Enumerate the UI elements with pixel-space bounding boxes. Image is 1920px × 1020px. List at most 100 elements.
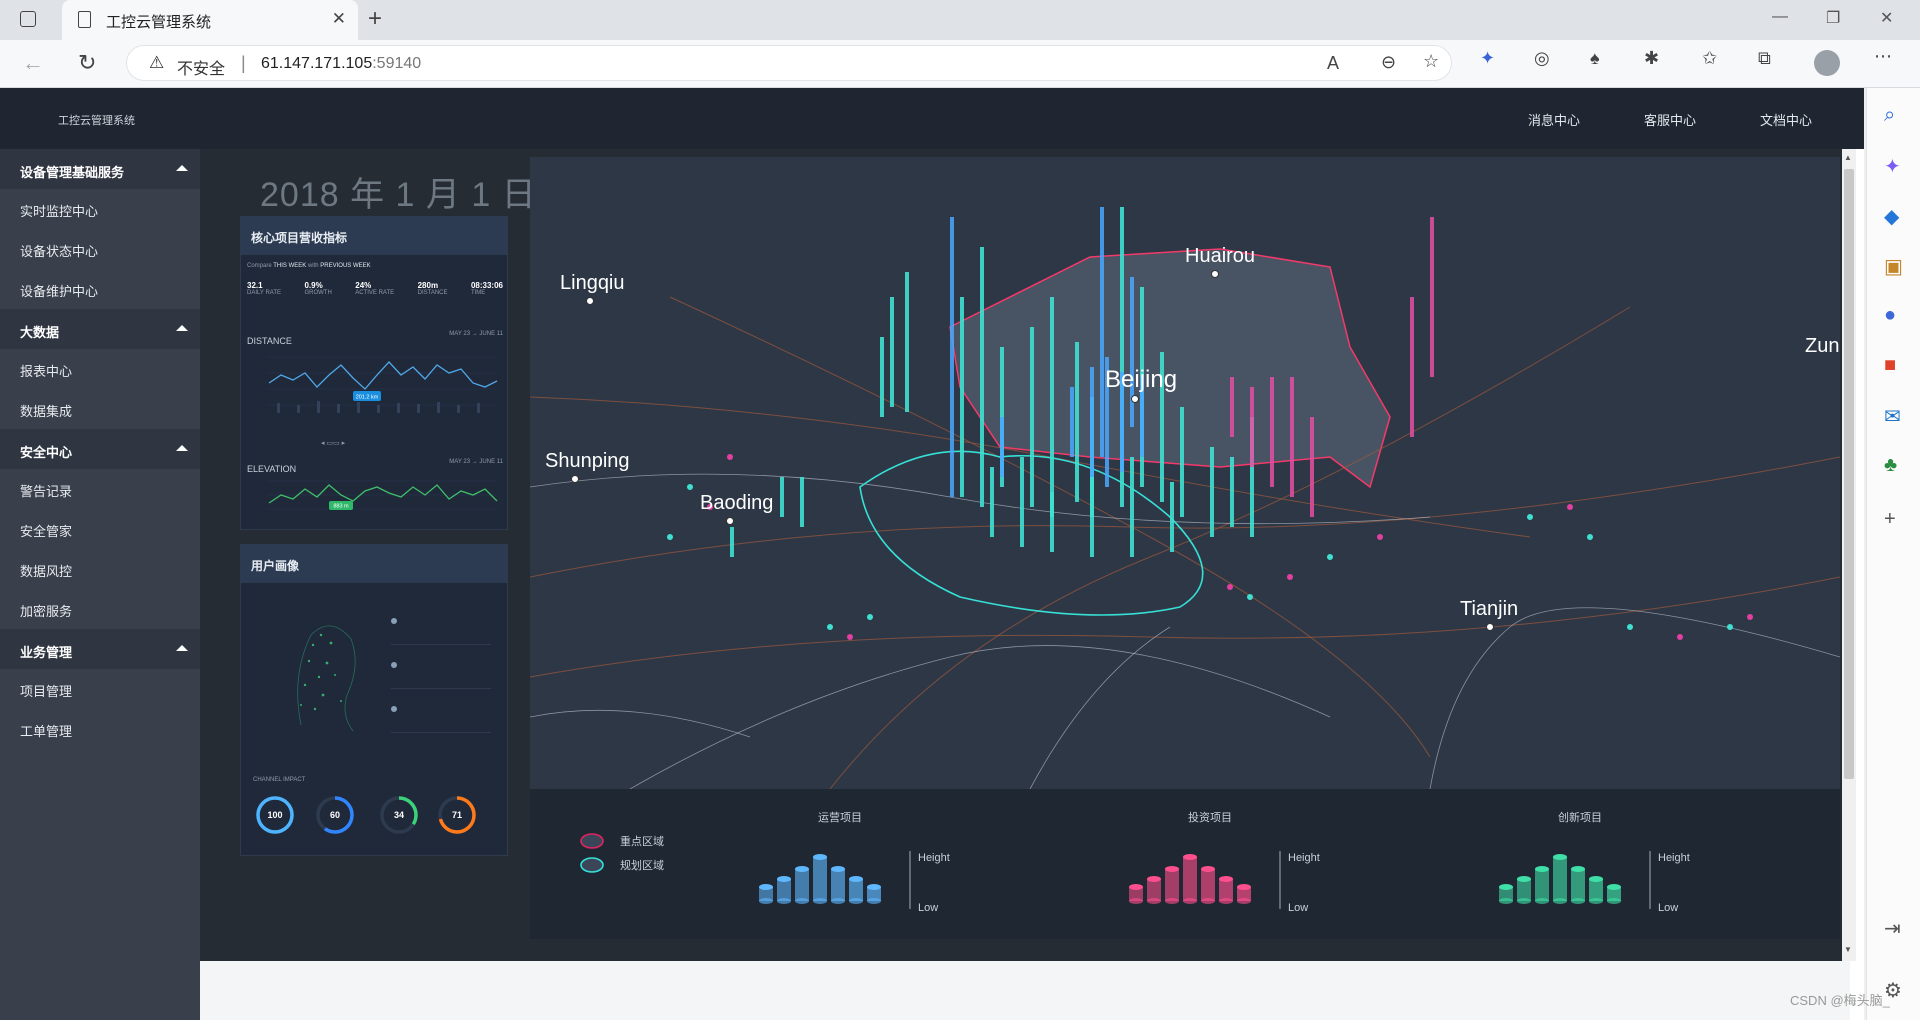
channel-label: CHANNEL IMPACT — [253, 777, 306, 783]
legend-label: 规划区域 — [620, 858, 664, 872]
add-icon[interactable]: + — [1884, 508, 1896, 531]
collapse-icon[interactable] — [176, 445, 188, 451]
url-separator: | — [241, 53, 246, 73]
shopping-icon[interactable]: ◆ — [1884, 204, 1899, 229]
user-portrait-panel: 用户画像 CHANNEL IMPACT 100 60 34 71 — [240, 544, 508, 856]
tree-icon[interactable]: ♣ — [1884, 454, 1897, 477]
back-icon[interactable]: ← — [22, 50, 44, 76]
kpi-stat: 08:33:06 TIME — [470, 281, 503, 296]
elevation-badge: 883 m — [333, 504, 349, 510]
kpi-stat: 280m DISTANCE — [417, 281, 448, 296]
gauge-value: 100 — [267, 810, 282, 820]
minimize-icon[interactable]: — — [1772, 8, 1788, 26]
sidebar-group-business[interactable]: 业务管理 — [0, 629, 200, 669]
nav-service-center[interactable]: 客服中心 — [1644, 110, 1696, 129]
gauge-value: 71 — [452, 810, 462, 820]
gauges: 100 60 34 71 — [256, 796, 476, 834]
copilot-icon[interactable]: ✦ — [1884, 154, 1901, 179]
brand-title: 工控云管理系统 — [58, 115, 135, 127]
distance-pager[interactable]: ◂ ▭▭ ▸ — [321, 439, 345, 447]
tracking-icon[interactable]: ◎ — [1534, 48, 1550, 69]
sidebar-item-alerts[interactable]: 警告记录 — [0, 469, 200, 509]
city-label: Zun — [1805, 335, 1839, 357]
legend-cylinder — [1219, 879, 1233, 901]
legend-canvas: 重点区域规划区域 运营项目 Height Low 投资项目 Height Low 创新项目 He… — [580, 810, 1690, 914]
extensions-icon[interactable]: ✱ — [1644, 48, 1659, 69]
sidebar-item-integration[interactable]: 数据集成 — [0, 389, 200, 429]
scrollbar[interactable]: ▲ ▼ — [1842, 149, 1856, 961]
url-text[interactable]: 61.147.171.105:59140 — [261, 55, 421, 73]
sidebar-group-security[interactable]: 安全中心 — [0, 429, 200, 469]
top-navbar: 工控云管理系统 消息中心 客服中心 文档中心 — [0, 88, 1864, 149]
scroll-up-icon[interactable]: ▲ — [1844, 153, 1852, 162]
legend-cylinder — [831, 869, 845, 901]
map-canvas[interactable]: Lingqiu Huairou Beijing Shunping Baoding Tian… — [530, 157, 1840, 789]
new-tab-icon[interactable]: + — [368, 5, 382, 33]
sidebar-item-risk[interactable]: 数据风控 — [0, 549, 200, 589]
collapse-icon[interactable] — [176, 645, 188, 651]
close-window-icon[interactable]: ✕ — [1880, 8, 1893, 28]
outlook-icon[interactable]: ✉ — [1884, 404, 1901, 429]
warning-icon[interactable]: ⚠ — [149, 53, 164, 73]
tools-icon[interactable]: ▣ — [1884, 254, 1903, 279]
sidebar-group-bigdata[interactable]: 大数据 — [0, 309, 200, 349]
legend-cylinder — [1517, 879, 1531, 901]
sidebar-group-device[interactable]: 设备管理基础服务 — [0, 149, 200, 189]
legend-cylinder — [1165, 869, 1179, 901]
office-icon[interactable]: ■ — [1884, 354, 1896, 377]
collections-icon[interactable]: ⧉ — [1758, 48, 1771, 69]
message-list — [391, 611, 491, 733]
url-field[interactable]: ⚠ 不安全 | 61.147.171.105:59140 A ⊖ ☆ — [126, 45, 1452, 81]
browser-tabbar: 工控云管理系统 ✕ + — ❐ ✕ — [0, 0, 1920, 40]
collapse-icon[interactable] — [176, 165, 188, 171]
security-label[interactable]: 不安全 — [177, 55, 225, 79]
kpi-stats: 32.1 DAILY RATE 0.9% GROWTH 24% ACTIVE RATE… — [247, 281, 503, 296]
dashboard-main: 2018 年 1 月 1 日 核心项目营收指标 Compare THIS WEE… — [200, 149, 1856, 961]
map-view[interactable]: Lingqiu Huairou Beijing Shunping Baoding Tian… — [530, 157, 1840, 789]
read-aloud-icon[interactable]: A — [1327, 53, 1339, 74]
more-menu-icon[interactable]: ⋯ — [1874, 46, 1892, 67]
nav-message-center[interactable]: 消息中心 — [1528, 110, 1580, 129]
copilot-icon[interactable]: ✦ — [1480, 48, 1495, 69]
games-icon[interactable]: ● — [1884, 304, 1896, 327]
restore-icon[interactable]: ❐ — [1826, 8, 1840, 28]
scroll-thumb[interactable] — [1844, 169, 1854, 779]
previous-week-select[interactable]: PREVIOUS WEEK — [320, 263, 370, 269]
sidebar-item-guard[interactable]: 安全管家 — [0, 509, 200, 549]
kpi-stat: 32.1 DAILY RATE — [247, 281, 282, 296]
scroll-down-icon[interactable]: ▼ — [1844, 945, 1852, 954]
browser-tab[interactable]: 工控云管理系统 ✕ — [62, 0, 358, 40]
sidebar-item-monitor[interactable]: 实时监控中心 — [0, 189, 200, 229]
sidebar-item-maintain[interactable]: 设备维护中心 — [0, 269, 200, 309]
favorite-add-icon[interactable]: ☆ — [1423, 51, 1439, 72]
legend-cylinder — [777, 879, 791, 901]
tab-actions-icon[interactable] — [20, 11, 36, 27]
sidebar-toggle-icon[interactable]: ⇥ — [1884, 916, 1901, 941]
refresh-icon[interactable]: ↻ — [78, 50, 96, 76]
nav-doc-center[interactable]: 文档中心 — [1760, 110, 1812, 129]
search-icon[interactable]: ⌕ — [1884, 104, 1895, 127]
watermark: CSDN @梅头脑_ — [1790, 993, 1890, 1008]
avatar[interactable] — [1814, 50, 1840, 76]
face-scan-graphic — [297, 625, 356, 732]
zoom-icon[interactable]: ⊖ — [1381, 52, 1396, 73]
sidebar-item-report[interactable]: 报表中心 — [0, 349, 200, 389]
list-item — [391, 699, 491, 733]
dashboard-date: 2018 年 1 月 1 日 — [260, 176, 537, 214]
user-panel-title: 用户画像 — [241, 545, 507, 583]
this-week-select[interactable]: THIS WEEK — [273, 263, 306, 269]
legend-high: Height — [1658, 852, 1690, 864]
profile-guard-icon[interactable]: ♠ — [1590, 48, 1600, 69]
sidebar-item-encrypt[interactable]: 加密服务 — [0, 589, 200, 629]
legend-cylinder — [795, 869, 809, 901]
favorites-icon[interactable]: ✩ — [1702, 48, 1717, 69]
gauge-value: 60 — [330, 810, 340, 820]
sidebar-item-status[interactable]: 设备状态中心 — [0, 229, 200, 269]
kpi-panel-title: 核心项目营收指标 — [241, 217, 507, 255]
sidebar-item-project[interactable]: 项目管理 — [0, 669, 200, 709]
sidebar-item-ticket[interactable]: 工单管理 — [0, 709, 200, 749]
collapse-icon[interactable] — [176, 325, 188, 331]
legend-cylinder — [849, 879, 863, 901]
close-tab-icon[interactable]: ✕ — [332, 9, 346, 29]
legend-high: Height — [1288, 852, 1320, 864]
